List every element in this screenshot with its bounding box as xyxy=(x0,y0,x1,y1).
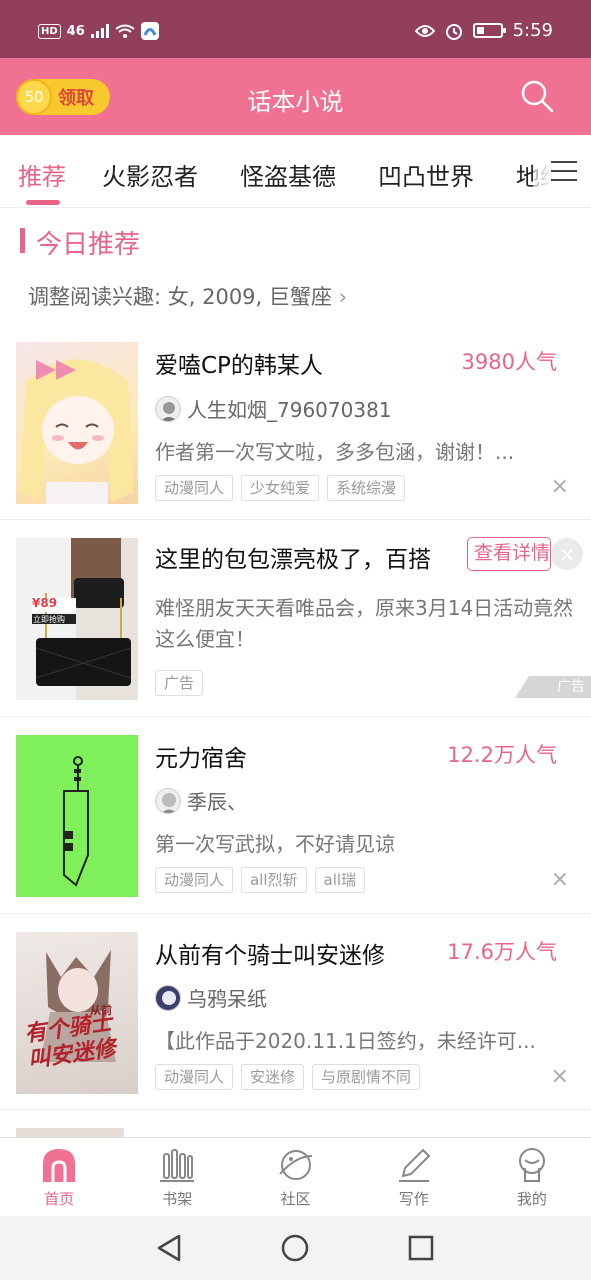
pencil-icon xyxy=(398,1148,431,1182)
tab-naruto[interactable]: 火影忍者 xyxy=(102,157,198,192)
tag-list: 动漫同人 安迷修 与原剧情不同 xyxy=(155,1064,421,1090)
app-notification-icon xyxy=(140,22,159,40)
book-card[interactable]: 爱嗑CP的韩某人 3980人气 人生如烟_796070381 作者第一次写文啦，… xyxy=(0,322,591,520)
tab-recommend[interactable]: 推荐 xyxy=(18,157,66,192)
tag[interactable]: 动漫同人 xyxy=(155,475,234,501)
nav-label: 写作 xyxy=(398,1190,429,1208)
alarm-icon xyxy=(445,23,462,40)
nav-label: 我的 xyxy=(516,1190,547,1208)
book-description: 作者第一次写文啦，多多包涵，谢谢！... xyxy=(155,440,515,464)
wifi-icon xyxy=(115,24,135,38)
interest-label: 调整阅读兴趣: 女, 2009, 巨蟹座 xyxy=(28,285,332,309)
anime-girl-cover-art xyxy=(20,359,134,504)
ad-tag: 广告 xyxy=(155,670,204,696)
bookshelf-icon xyxy=(160,1149,195,1182)
tag[interactable]: 少女纯爱 xyxy=(241,475,320,501)
nav-community[interactable]: 社区 xyxy=(236,1138,354,1216)
book-title[interactable]: 元力宿舍 xyxy=(155,739,247,773)
hd-indicator: HD xyxy=(38,23,61,39)
battery-icon xyxy=(472,23,506,38)
tag-list: 动漫同人 all烈斩 all瑞 xyxy=(155,867,366,893)
author-avatar xyxy=(155,395,181,422)
sword-cover-art xyxy=(63,756,89,887)
popularity-count: 17.6万人气 xyxy=(447,940,557,964)
book-cover[interactable] xyxy=(16,735,138,897)
signal-icon xyxy=(90,24,109,38)
status-bar: HD 46 5:59 xyxy=(0,0,591,58)
popularity-count: 3980人气 xyxy=(461,350,557,374)
back-icon[interactable] xyxy=(153,1232,185,1264)
nav-label: 社区 xyxy=(280,1190,311,1208)
book-description: 第一次写武拟，不好请见谅 xyxy=(155,832,395,856)
book-title[interactable]: 从前有个骑士叫安迷修 xyxy=(155,936,385,970)
nav-home[interactable]: 首页 xyxy=(0,1138,118,1216)
author[interactable]: 人生如烟_796070381 xyxy=(155,394,392,423)
close-icon[interactable]: × xyxy=(551,474,569,499)
home-circle-icon[interactable] xyxy=(279,1232,311,1264)
author-avatar xyxy=(155,984,181,1011)
book-title[interactable]: 爱嗑CP的韩某人 xyxy=(155,346,323,380)
category-tabs: 推荐 火影忍者 怪盗基德 凹凸世界 地缚 xyxy=(0,135,591,208)
nav-write[interactable]: 写作 xyxy=(355,1138,473,1216)
ad-buy-now: 立即抢购 xyxy=(33,615,65,624)
tag[interactable]: all瑞 xyxy=(314,867,366,893)
book-card[interactable]: 从前 有个骑士叫安迷修 从前有个骑士叫安迷修 17.6万人气 乌鸦呆纸 【此作品… xyxy=(0,914,591,1110)
home-icon xyxy=(43,1149,76,1182)
clock: 5:59 xyxy=(512,20,553,41)
ad-mark-badge: 广告 xyxy=(515,676,591,698)
book-card[interactable]: 元力宿舍 12.2万人气 季辰、 第一次写武拟，不好请见谅 动漫同人 all烈斩… xyxy=(0,717,591,914)
section-title: 今日推荐 xyxy=(36,230,141,260)
app-title: 话本小说 xyxy=(247,88,344,116)
tag[interactable]: 动漫同人 xyxy=(155,867,234,893)
next-book-cover-partial xyxy=(16,1128,124,1137)
tag[interactable]: 与原剧情不同 xyxy=(312,1064,421,1090)
reading-interest-link[interactable]: 调整阅读兴趣: 女, 2009, 巨蟹座 › xyxy=(28,281,347,311)
recent-apps-icon[interactable] xyxy=(405,1232,437,1264)
author-name: 乌鸦呆纸 xyxy=(187,987,267,1011)
close-icon[interactable]: × xyxy=(551,1064,569,1089)
nav-profile[interactable]: 我的 xyxy=(473,1138,591,1216)
network-indicator: 46 xyxy=(66,23,85,39)
view-details-button[interactable]: 查看详情 xyxy=(467,537,551,571)
ad-description: 难怪朋友天天看唯品会，原来3月14日活动竟然这么便宜！ xyxy=(155,596,574,651)
active-tab-indicator xyxy=(26,200,60,205)
tab-aotu-world[interactable]: 凹凸世界 xyxy=(378,157,474,192)
chevron-right-icon: › xyxy=(338,285,347,309)
planet-icon xyxy=(278,1150,312,1180)
nav-label: 书架 xyxy=(162,1190,193,1208)
tag[interactable]: 系统综漫 xyxy=(327,475,406,501)
menu-icon[interactable] xyxy=(551,161,577,183)
nav-bookshelf[interactable]: 书架 xyxy=(118,1138,236,1216)
ad-price: ¥89 xyxy=(32,596,58,610)
author[interactable]: 季辰、 xyxy=(155,786,247,815)
app-header: 50 领取 话本小说 xyxy=(0,58,591,135)
tag-list: 动漫同人 少女纯爱 系统综漫 xyxy=(155,475,406,501)
tag[interactable]: all烈斩 xyxy=(241,867,307,893)
bottom-navigation: 首页 书架 社区 写作 我的 xyxy=(0,1137,591,1216)
author-avatar xyxy=(155,787,181,814)
tag[interactable]: 安迷修 xyxy=(241,1064,305,1090)
ad-title[interactable]: 这里的包包漂亮极了，百搭 xyxy=(155,540,431,574)
book-description: 【此作品于2020.11.1日签约，未经许可... xyxy=(155,1029,536,1053)
system-navigation-bar xyxy=(0,1216,591,1280)
tag-list: 广告 xyxy=(155,670,204,696)
author[interactable]: 乌鸦呆纸 xyxy=(155,983,267,1012)
book-cover[interactable]: 从前 有个骑士叫安迷修 xyxy=(16,932,138,1094)
search-icon[interactable] xyxy=(519,78,555,114)
section-marker xyxy=(20,228,25,253)
ad-image[interactable]: ¥89 立即抢购 xyxy=(16,538,138,700)
author-name: 人生如烟_796070381 xyxy=(187,398,392,422)
book-cover[interactable] xyxy=(16,342,138,504)
ad-card[interactable]: ¥89 立即抢购 这里的包包漂亮极了，百搭 查看详情 × 难怪朋友天天看唯品会，… xyxy=(0,520,591,717)
popularity-count: 12.2万人气 xyxy=(447,743,557,767)
tag[interactable]: 动漫同人 xyxy=(155,1064,234,1090)
nav-label: 首页 xyxy=(44,1190,75,1208)
author-name: 季辰、 xyxy=(187,790,247,814)
close-icon[interactable]: × xyxy=(551,867,569,892)
ad-close-icon[interactable]: × xyxy=(551,538,583,570)
tab-kaito-kid[interactable]: 怪盗基德 xyxy=(240,157,336,192)
profile-icon xyxy=(518,1148,545,1182)
eye-icon xyxy=(414,24,435,37)
